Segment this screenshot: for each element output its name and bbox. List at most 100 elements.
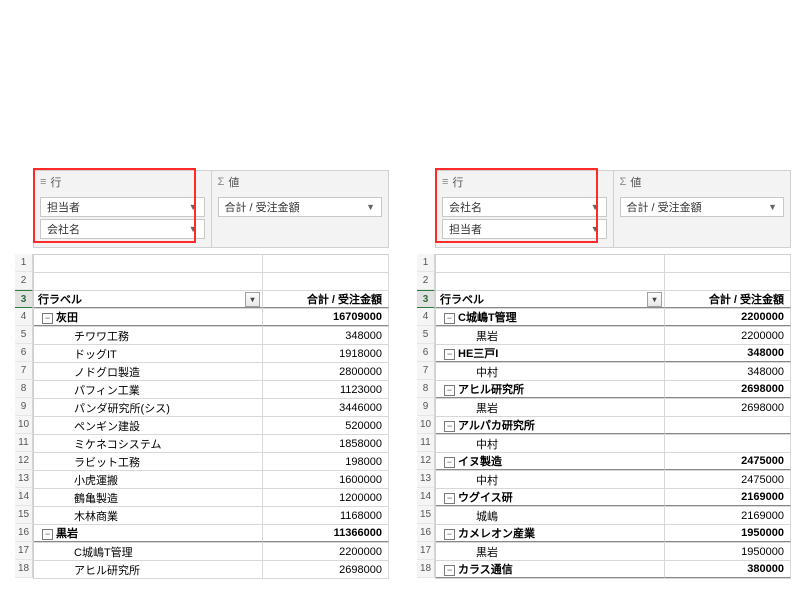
table-row[interactable] (34, 273, 389, 291)
table-row[interactable]: −アヒル研究所2698000 (436, 381, 791, 399)
table-row[interactable]: アヒル研究所2698000 (34, 561, 389, 579)
row-label-cell[interactable]: 黒岩 (436, 543, 665, 560)
row-label-cell[interactable] (436, 255, 665, 272)
row-number[interactable]: 14 (417, 488, 435, 506)
row-label-cell[interactable]: C城嶋T管理 (34, 543, 263, 560)
row-label-cell[interactable]: −カメレオン産業 (436, 525, 665, 542)
table-row[interactable]: 黒岩2698000 (436, 399, 791, 417)
collapse-icon[interactable]: − (444, 493, 455, 504)
row-number[interactable]: 13 (417, 470, 435, 488)
value-cell[interactable]: 1918000 (263, 345, 389, 362)
collapse-icon[interactable]: − (444, 457, 455, 468)
table-row[interactable] (436, 273, 791, 291)
value-cell[interactable]: 16709000 (263, 309, 389, 326)
row-number[interactable]: 5 (417, 326, 435, 344)
table-row[interactable]: 黒岩1950000 (436, 543, 791, 561)
value-cell[interactable]: 2169000 (665, 489, 791, 506)
collapse-icon[interactable]: − (444, 385, 455, 396)
table-row[interactable]: ペンギン建設520000 (34, 417, 389, 435)
row-number[interactable]: 3 (15, 290, 33, 308)
value-cell[interactable]: 1600000 (263, 471, 389, 488)
table-row[interactable]: パフィン工業1123000 (34, 381, 389, 399)
value-cell[interactable]: 380000 (665, 561, 791, 578)
row-number[interactable]: 3 (417, 290, 435, 308)
value-cell[interactable]: 348000 (665, 345, 791, 362)
collapse-icon[interactable]: − (444, 349, 455, 360)
value-cell[interactable]: 2475000 (665, 453, 791, 470)
row-number[interactable]: 10 (417, 416, 435, 434)
row-number[interactable]: 9 (417, 398, 435, 416)
value-cell[interactable] (665, 255, 791, 272)
values-dropzone[interactable]: 値 合計 / 受注金額 ▼ (212, 171, 389, 247)
value-field[interactable]: 合計 / 受注金額 ▼ (620, 197, 785, 217)
row-label-cell[interactable]: −黒岩 (34, 525, 263, 542)
filter-dropdown-button[interactable]: ▾ (245, 292, 260, 307)
row-number[interactable]: 12 (15, 452, 33, 470)
row-label-cell[interactable]: アヒル研究所 (34, 561, 263, 578)
value-cell[interactable]: 348000 (263, 327, 389, 344)
row-label-cell[interactable]: −ウグイス研 (436, 489, 665, 506)
row-label-cell[interactable] (436, 273, 665, 290)
row-label-cell[interactable]: 城嶋 (436, 507, 665, 524)
value-cell[interactable]: 1168000 (263, 507, 389, 524)
table-row[interactable]: −灰田16709000 (34, 309, 389, 327)
value-cell[interactable] (665, 417, 791, 434)
table-row[interactable]: チワワ工務348000 (34, 327, 389, 345)
row-number[interactable]: 1 (417, 254, 435, 272)
row-label-cell[interactable]: ラビット工務 (34, 453, 263, 470)
row-number[interactable]: 8 (15, 380, 33, 398)
value-cell[interactable]: 2475000 (665, 471, 791, 488)
row-label-cell[interactable]: ノドグロ製造 (34, 363, 263, 380)
row-label-cell[interactable]: ペンギン建設 (34, 417, 263, 434)
value-cell[interactable] (665, 273, 791, 290)
table-row[interactable]: −黒岩11366000 (34, 525, 389, 543)
row-number[interactable]: 18 (15, 560, 33, 578)
table-row[interactable]: 小虎運搬1600000 (34, 471, 389, 489)
row-label-cell[interactable]: −C城嶋T管理 (436, 309, 665, 326)
value-cell[interactable]: 合計 / 受注金額 (665, 291, 791, 308)
value-field[interactable]: 合計 / 受注金額 ▼ (218, 197, 383, 217)
row-label-cell[interactable]: 黒岩 (436, 399, 665, 416)
value-cell[interactable]: 2200000 (665, 327, 791, 344)
table-row[interactable]: 中村348000 (436, 363, 791, 381)
row-number[interactable]: 10 (15, 416, 33, 434)
row-label-cell[interactable]: 木林商業 (34, 507, 263, 524)
row-number[interactable]: 7 (15, 362, 33, 380)
row-label-cell[interactable]: 中村 (436, 435, 665, 452)
row-number[interactable]: 15 (417, 506, 435, 524)
table-row[interactable]: −カラス通信380000 (436, 561, 791, 579)
value-cell[interactable]: 2800000 (263, 363, 389, 380)
row-number[interactable]: 14 (15, 488, 33, 506)
row-field-1[interactable]: 担当者 ▼ (40, 197, 205, 217)
collapse-icon[interactable]: − (42, 313, 53, 324)
values-dropzone[interactable]: 値 合計 / 受注金額 ▼ (614, 171, 791, 247)
row-label-cell[interactable]: −カラス通信 (436, 561, 665, 578)
value-cell[interactable]: 1200000 (263, 489, 389, 506)
row-number[interactable]: 12 (417, 452, 435, 470)
table-row[interactable]: 中村2475000 (436, 471, 791, 489)
row-number[interactable]: 17 (417, 542, 435, 560)
value-cell[interactable]: 348000 (665, 363, 791, 380)
table-row[interactable]: −カメレオン産業1950000 (436, 525, 791, 543)
row-number[interactable]: 13 (15, 470, 33, 488)
table-row[interactable]: 木林商業1168000 (34, 507, 389, 525)
row-number[interactable]: 4 (417, 308, 435, 326)
row-number[interactable]: 2 (15, 272, 33, 290)
table-row[interactable]: −イヌ製造2475000 (436, 453, 791, 471)
value-cell[interactable] (665, 435, 791, 452)
table-row[interactable]: ラビット工務198000 (34, 453, 389, 471)
table-row[interactable]: −C城嶋T管理2200000 (436, 309, 791, 327)
row-number[interactable]: 7 (417, 362, 435, 380)
row-label-cell[interactable]: 小虎運搬 (34, 471, 263, 488)
value-cell[interactable]: 11366000 (263, 525, 389, 542)
table-row[interactable]: ノドグロ製造2800000 (34, 363, 389, 381)
value-cell[interactable]: 520000 (263, 417, 389, 434)
table-row[interactable]: 中村 (436, 435, 791, 453)
row-number[interactable]: 6 (417, 344, 435, 362)
table-row[interactable]: C城嶋T管理2200000 (34, 543, 389, 561)
row-label-cell[interactable]: −HE三戸I (436, 345, 665, 362)
filter-dropdown-button[interactable]: ▾ (647, 292, 662, 307)
row-label-cell[interactable]: パフィン工業 (34, 381, 263, 398)
value-cell[interactable]: 合計 / 受注金額 (263, 291, 389, 308)
row-label-cell[interactable]: ミケネコシステム (34, 435, 263, 452)
